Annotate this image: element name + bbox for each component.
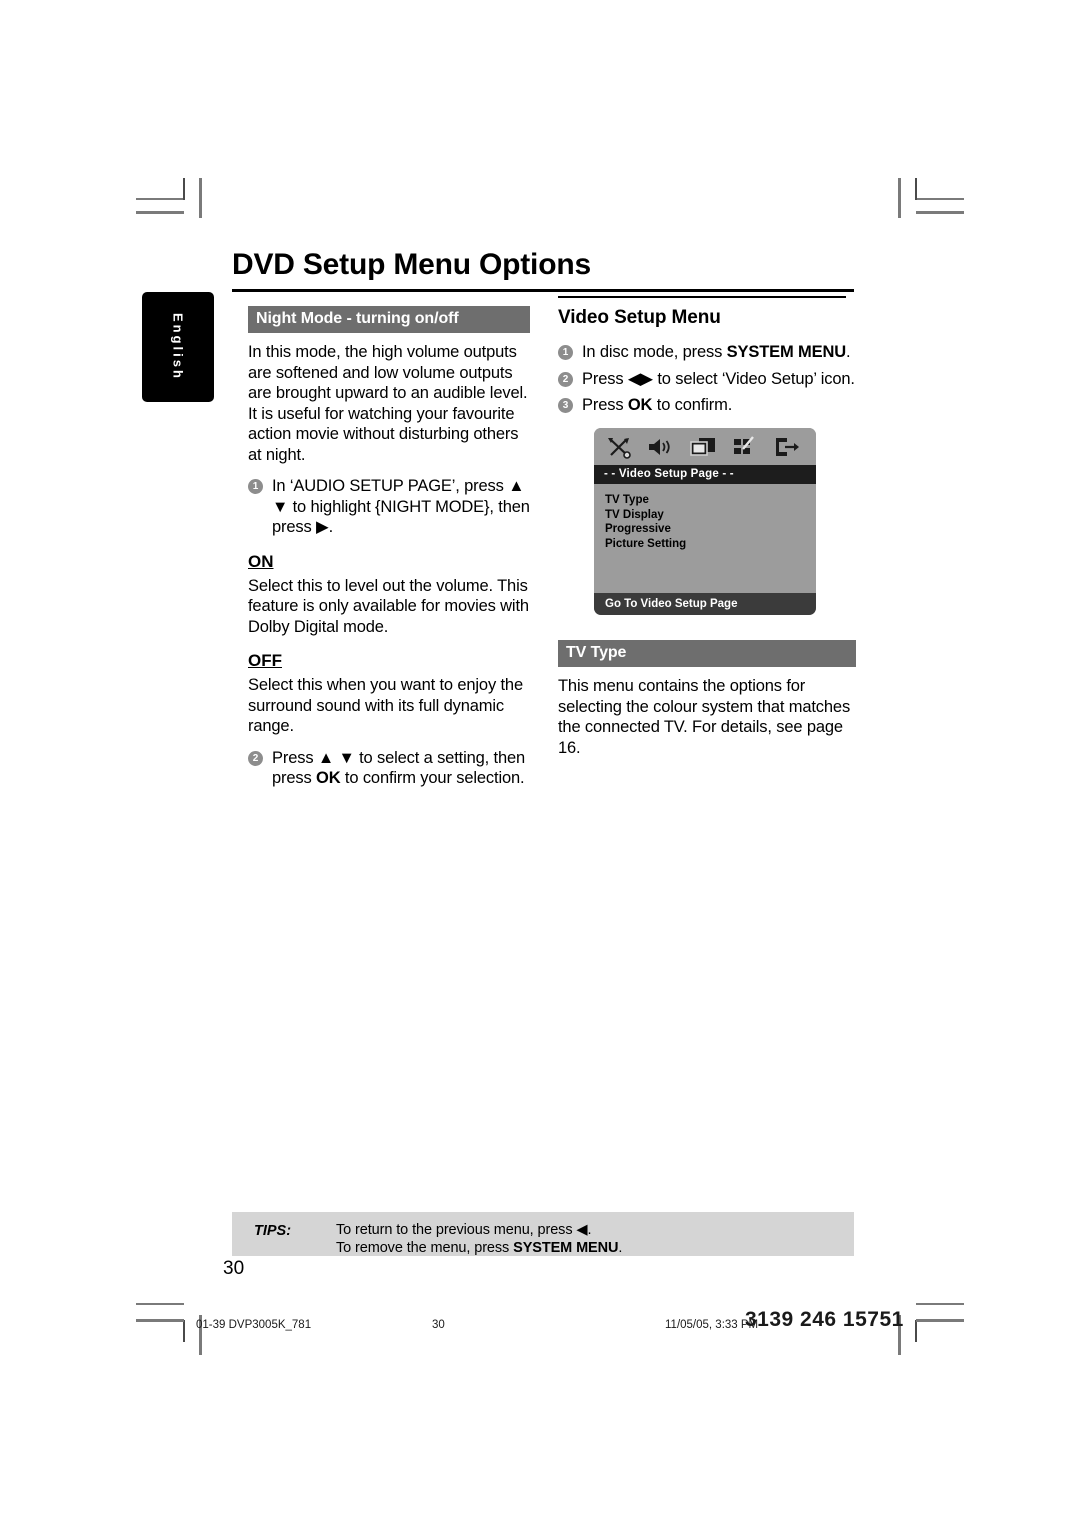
- left-column: Night Mode - turning on/off In this mode…: [248, 306, 530, 789]
- footer-filename: 01-39 DVP3005K_781: [196, 1319, 312, 1331]
- osd-menu-item-progressive[interactable]: Progressive: [605, 522, 816, 537]
- tv-type-body-text: This menu contains the options for selec…: [558, 677, 851, 757]
- key-label-system-menu: SYSTEM MENU: [726, 343, 847, 361]
- step-number-badge: 2: [558, 371, 573, 387]
- option-on-description: Select this to level out the volume. Thi…: [248, 576, 529, 636]
- step-text: Press ◀▶ to select ‘Video Setup’ icon.: [582, 369, 855, 388]
- osd-icon-bar: [594, 428, 816, 465]
- night-mode-step-1: 1 In ‘AUDIO SETUP PAGE’, press ▲ ▼ to hi…: [248, 476, 530, 538]
- language-tab-label: English: [170, 313, 186, 381]
- option-off-description: Select this when you want to enjoy the s…: [248, 676, 523, 735]
- step-number-badge: 2: [248, 750, 263, 766]
- tv-type-section-header: TV Type: [558, 640, 856, 667]
- step-text-before: In disc mode, press: [582, 343, 727, 361]
- exit-arrow-icon: [773, 435, 801, 459]
- language-tab: English: [142, 292, 214, 402]
- tips-line-1: To return to the previous menu, press ◀.: [336, 1222, 592, 1238]
- step-number-badge: 1: [558, 345, 573, 360]
- right-column: Video Setup Menu 1 In disc mode, press S…: [558, 296, 858, 416]
- step-number-badge: 3: [558, 398, 573, 413]
- video-setup-menu-header: Video Setup Menu: [558, 307, 721, 328]
- tips-box: TIPS: To return to the previous menu, pr…: [232, 1212, 854, 1256]
- key-label-system-menu: SYSTEM MENU: [513, 1240, 619, 1256]
- option-on-heading: ON: [248, 551, 274, 571]
- video-setup-step-3: 3 Press OK to confirm.: [558, 395, 858, 416]
- night-mode-intro-text: In this mode, the high volume outputs ar…: [248, 343, 528, 464]
- tools-icon: [605, 435, 633, 459]
- tips-line-2-before: To remove the menu, press: [336, 1240, 514, 1256]
- speaker-icon: [647, 435, 675, 459]
- page-number: 30: [223, 1258, 245, 1279]
- tv-type-section: TV Type This menu contains the options f…: [558, 640, 858, 758]
- tips-label: TIPS:: [254, 1223, 292, 1239]
- step-text: In ‘AUDIO SETUP PAGE’, press ▲ ▼ to high…: [272, 477, 530, 536]
- osd-menu-item-tv-display[interactable]: TV Display: [605, 508, 816, 523]
- osd-title-bar: - - Video Setup Page - -: [594, 465, 816, 484]
- preference-tiles-icon: [731, 435, 759, 459]
- step-text-after: .: [846, 343, 851, 361]
- step-text-after: to confirm your selection.: [340, 769, 525, 787]
- step-text-before: Press: [582, 396, 628, 414]
- option-off-heading: OFF: [248, 651, 282, 670]
- key-label-ok: OK: [316, 769, 341, 787]
- footer-page: 30: [432, 1319, 445, 1331]
- step-number-badge: 1: [248, 479, 263, 494]
- footer-code: 3139 246 15751: [745, 1308, 904, 1331]
- video-setup-heading-group: Video Setup Menu: [558, 296, 858, 329]
- tips-line-2: To remove the menu, press SYSTEM MENU.: [336, 1239, 622, 1257]
- osd-footer-bar: Go To Video Setup Page: [594, 593, 816, 615]
- video-setup-rule: [558, 296, 846, 298]
- video-setup-step-2: 2 Press ◀▶ to select ‘Video Setup’ icon.: [558, 369, 858, 390]
- osd-screenshot: - - Video Setup Page - - TV Type TV Disp…: [594, 428, 816, 615]
- video-setup-step-1: 1 In disc mode, press SYSTEM MENU.: [558, 342, 858, 363]
- osd-menu-item-picture-setting[interactable]: Picture Setting: [605, 537, 816, 552]
- step-text-after: to confirm.: [652, 396, 733, 414]
- osd-menu-list: TV Type TV Display Progressive Picture S…: [594, 484, 816, 580]
- night-mode-step-2: 2 Press ▲ ▼ to select a setting, then pr…: [248, 748, 530, 789]
- video-screens-icon: [689, 435, 717, 459]
- night-mode-section-header: Night Mode - turning on/off: [248, 306, 530, 333]
- tips-line-2-after: .: [618, 1240, 623, 1256]
- tips-content: To return to the previous menu, press ◀.…: [336, 1221, 622, 1257]
- title-divider: [232, 289, 854, 292]
- key-label-ok: OK: [627, 396, 653, 414]
- osd-menu-item-tv-type[interactable]: TV Type: [605, 493, 816, 508]
- page-title: DVD Setup Menu Options: [232, 248, 591, 281]
